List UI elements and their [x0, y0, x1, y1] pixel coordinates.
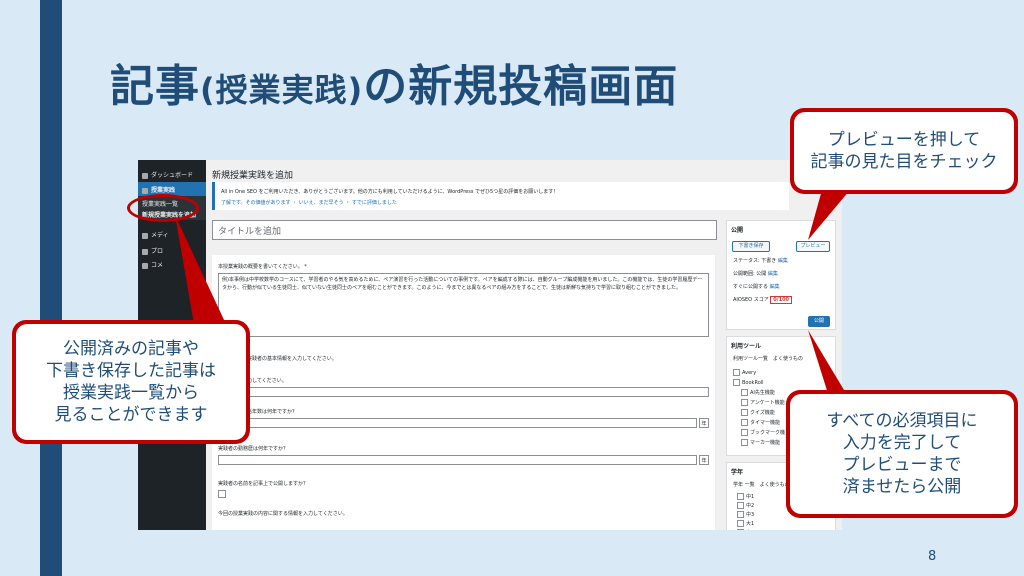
- bottom-right-callout-text: すべての必須項目に 入力を完了して プレビューまで 済ませたら公開: [790, 394, 1014, 514]
- left-callout: 公開済みの記事や 下書き保存した記事は 授業実践一覧から 見ることができます: [12, 320, 250, 444]
- left-callout-tail: [175, 215, 225, 330]
- left-callout-text: 公開済みの記事や 下書き保存した記事は 授業実践一覧から 見ることができます: [16, 324, 246, 440]
- top-right-callout-text: プレビューを押して 記事の見た目をチェック: [794, 112, 1014, 190]
- top-right-callout: プレビューを押して 記事の見た目をチェック: [790, 108, 1018, 194]
- page-number: 8: [928, 549, 937, 564]
- top-right-callout-tail: [808, 190, 850, 240]
- bottom-right-callout: すべての必須項目に 入力を完了して プレビューまで 済ませたら公開: [786, 390, 1018, 518]
